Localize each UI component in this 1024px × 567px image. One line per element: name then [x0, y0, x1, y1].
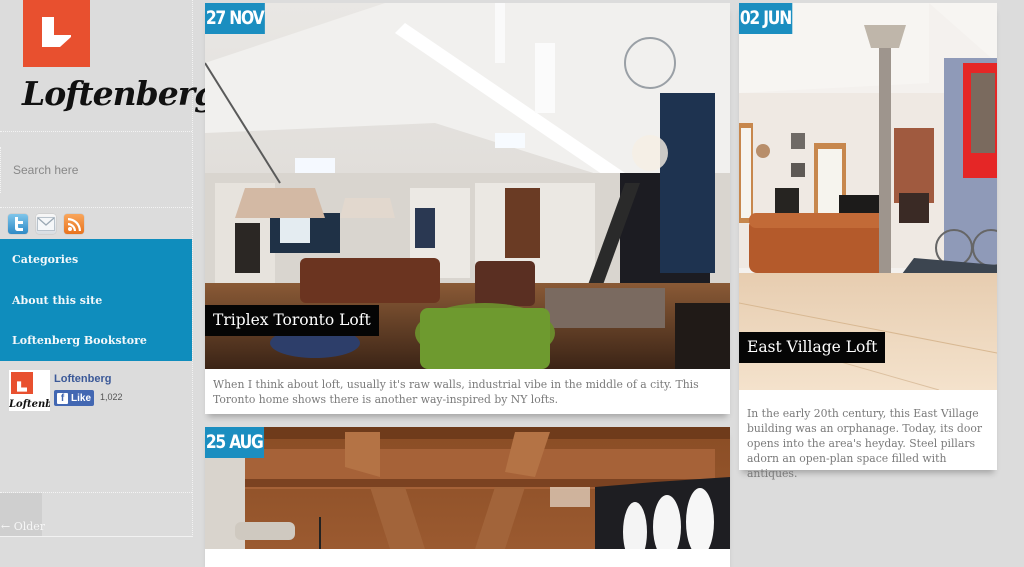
facebook-page-name[interactable]: Loftenberg	[54, 373, 111, 385]
divider	[0, 131, 192, 132]
post-card: 27 NOV Triplex Toronto Loft When I think…	[205, 3, 730, 414]
rss-icon	[64, 214, 84, 234]
post-date-badge: 02 JUN	[739, 3, 793, 34]
post-card: 02 JUN East Village Loft In the early 20…	[739, 3, 997, 480]
rss-button[interactable]	[64, 214, 84, 234]
mini-logo-icon	[11, 372, 33, 394]
facebook-like-button[interactable]: f Like	[54, 390, 94, 406]
thumb-text: Loftenberg	[9, 399, 50, 410]
search-box	[0, 147, 191, 193]
site-title[interactable]: Loftenberg	[22, 74, 217, 124]
post-title[interactable]: Triplex Toronto Loft	[205, 305, 379, 336]
post-card: 25 AUG	[205, 427, 730, 567]
post-date-badge: 25 AUG	[205, 427, 265, 458]
divider	[0, 207, 192, 208]
wood-beam-ceiling-image	[205, 427, 730, 549]
sidebar-nav: Categories About this site Loftenberg Bo…	[0, 239, 192, 361]
logo-l-icon	[42, 17, 71, 47]
like-label: Like	[71, 392, 92, 404]
facebook-page-thumbnail[interactable]: Loftenberg	[9, 370, 50, 411]
social-links	[8, 214, 84, 236]
facebook-icon: f	[57, 392, 68, 404]
nav-item-categories[interactable]: Categories	[12, 253, 78, 266]
older-posts-button[interactable]: ← Older	[0, 493, 46, 536]
sidebar: Loftenberg Search here Categories About …	[0, 0, 217, 537]
older-label: ← Older	[1, 520, 46, 533]
nav-item-about[interactable]: About this site	[12, 294, 102, 307]
facebook-like-box: Loftenberg Loftenberg f Like 1,022	[9, 370, 189, 415]
post-excerpt: When I think about loft, usually it's ra…	[213, 378, 699, 406]
post-excerpt: In the early 20th century, this East Vil…	[747, 407, 983, 480]
site-logo[interactable]	[23, 0, 90, 67]
mail-icon	[36, 214, 56, 234]
twitter-button[interactable]	[8, 214, 28, 234]
twitter-icon	[8, 214, 28, 234]
post-title[interactable]: East Village Loft	[739, 332, 886, 363]
post-image[interactable]	[205, 427, 730, 549]
like-count: 1,022	[100, 392, 123, 402]
nav-item-bookstore[interactable]: Loftenberg Bookstore	[12, 334, 147, 347]
post-date-badge: 27 NOV	[205, 3, 266, 34]
email-button[interactable]	[36, 214, 56, 234]
search-input[interactable]	[13, 159, 183, 181]
